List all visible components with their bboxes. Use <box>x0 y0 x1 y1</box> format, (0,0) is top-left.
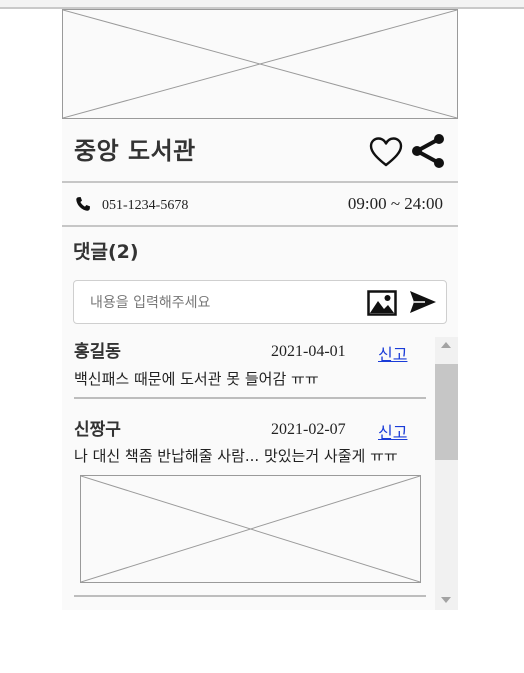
scroll-thumb[interactable] <box>435 364 458 460</box>
comment-divider <box>74 397 426 399</box>
comment-date: 2021-02-07 <box>271 421 346 438</box>
opening-hours: 09:00 ~ 24:00 <box>347 194 443 213</box>
place-detail-card: 중앙 도서관 051-1234-5678 09:00 ~ 24:00 댓글(2) <box>62 9 458 610</box>
comment-list[interactable]: 홍길동 2021-04-01 신고 백신패스 때문에 도서관 못 들어감 ㅠㅠ … <box>62 337 458 610</box>
comment-author: 신짱구 <box>74 420 121 440</box>
comment-text: 나 대신 책좀 반납해줄 사람... 맛있는거 사줄게 ㅠㅠ <box>74 447 398 465</box>
scroll-down-arrow-icon[interactable] <box>441 597 451 603</box>
heart-icon[interactable] <box>369 137 403 167</box>
comments-heading: 댓글(2) <box>73 241 139 263</box>
image-icon[interactable] <box>367 290 397 316</box>
share-icon[interactable] <box>410 133 446 169</box>
hero-image-placeholder <box>62 9 458 119</box>
comment-date: 2021-04-01 <box>271 343 346 360</box>
scroll-up-arrow-icon[interactable] <box>441 342 451 348</box>
divider <box>62 225 458 227</box>
comment-list-scrollbar[interactable] <box>435 337 458 610</box>
phone-icon <box>75 196 91 212</box>
report-link[interactable]: 신고 <box>378 341 407 365</box>
comment-author: 홍길동 <box>74 342 121 362</box>
report-link[interactable]: 신고 <box>378 419 407 443</box>
send-icon[interactable] <box>409 290 437 314</box>
comment-photo-placeholder[interactable] <box>80 475 421 583</box>
comment-divider <box>74 595 426 597</box>
comment-input[interactable] <box>88 290 362 316</box>
comment-input-box <box>73 280 447 324</box>
place-title: 중앙 도서관 <box>74 137 196 165</box>
phone-number[interactable]: 051-1234-5678 <box>102 198 188 214</box>
comment-text: 백신패스 때문에 도서관 못 들어감 ㅠㅠ <box>74 370 319 388</box>
browser-top-edge <box>0 0 524 9</box>
divider <box>62 181 458 183</box>
